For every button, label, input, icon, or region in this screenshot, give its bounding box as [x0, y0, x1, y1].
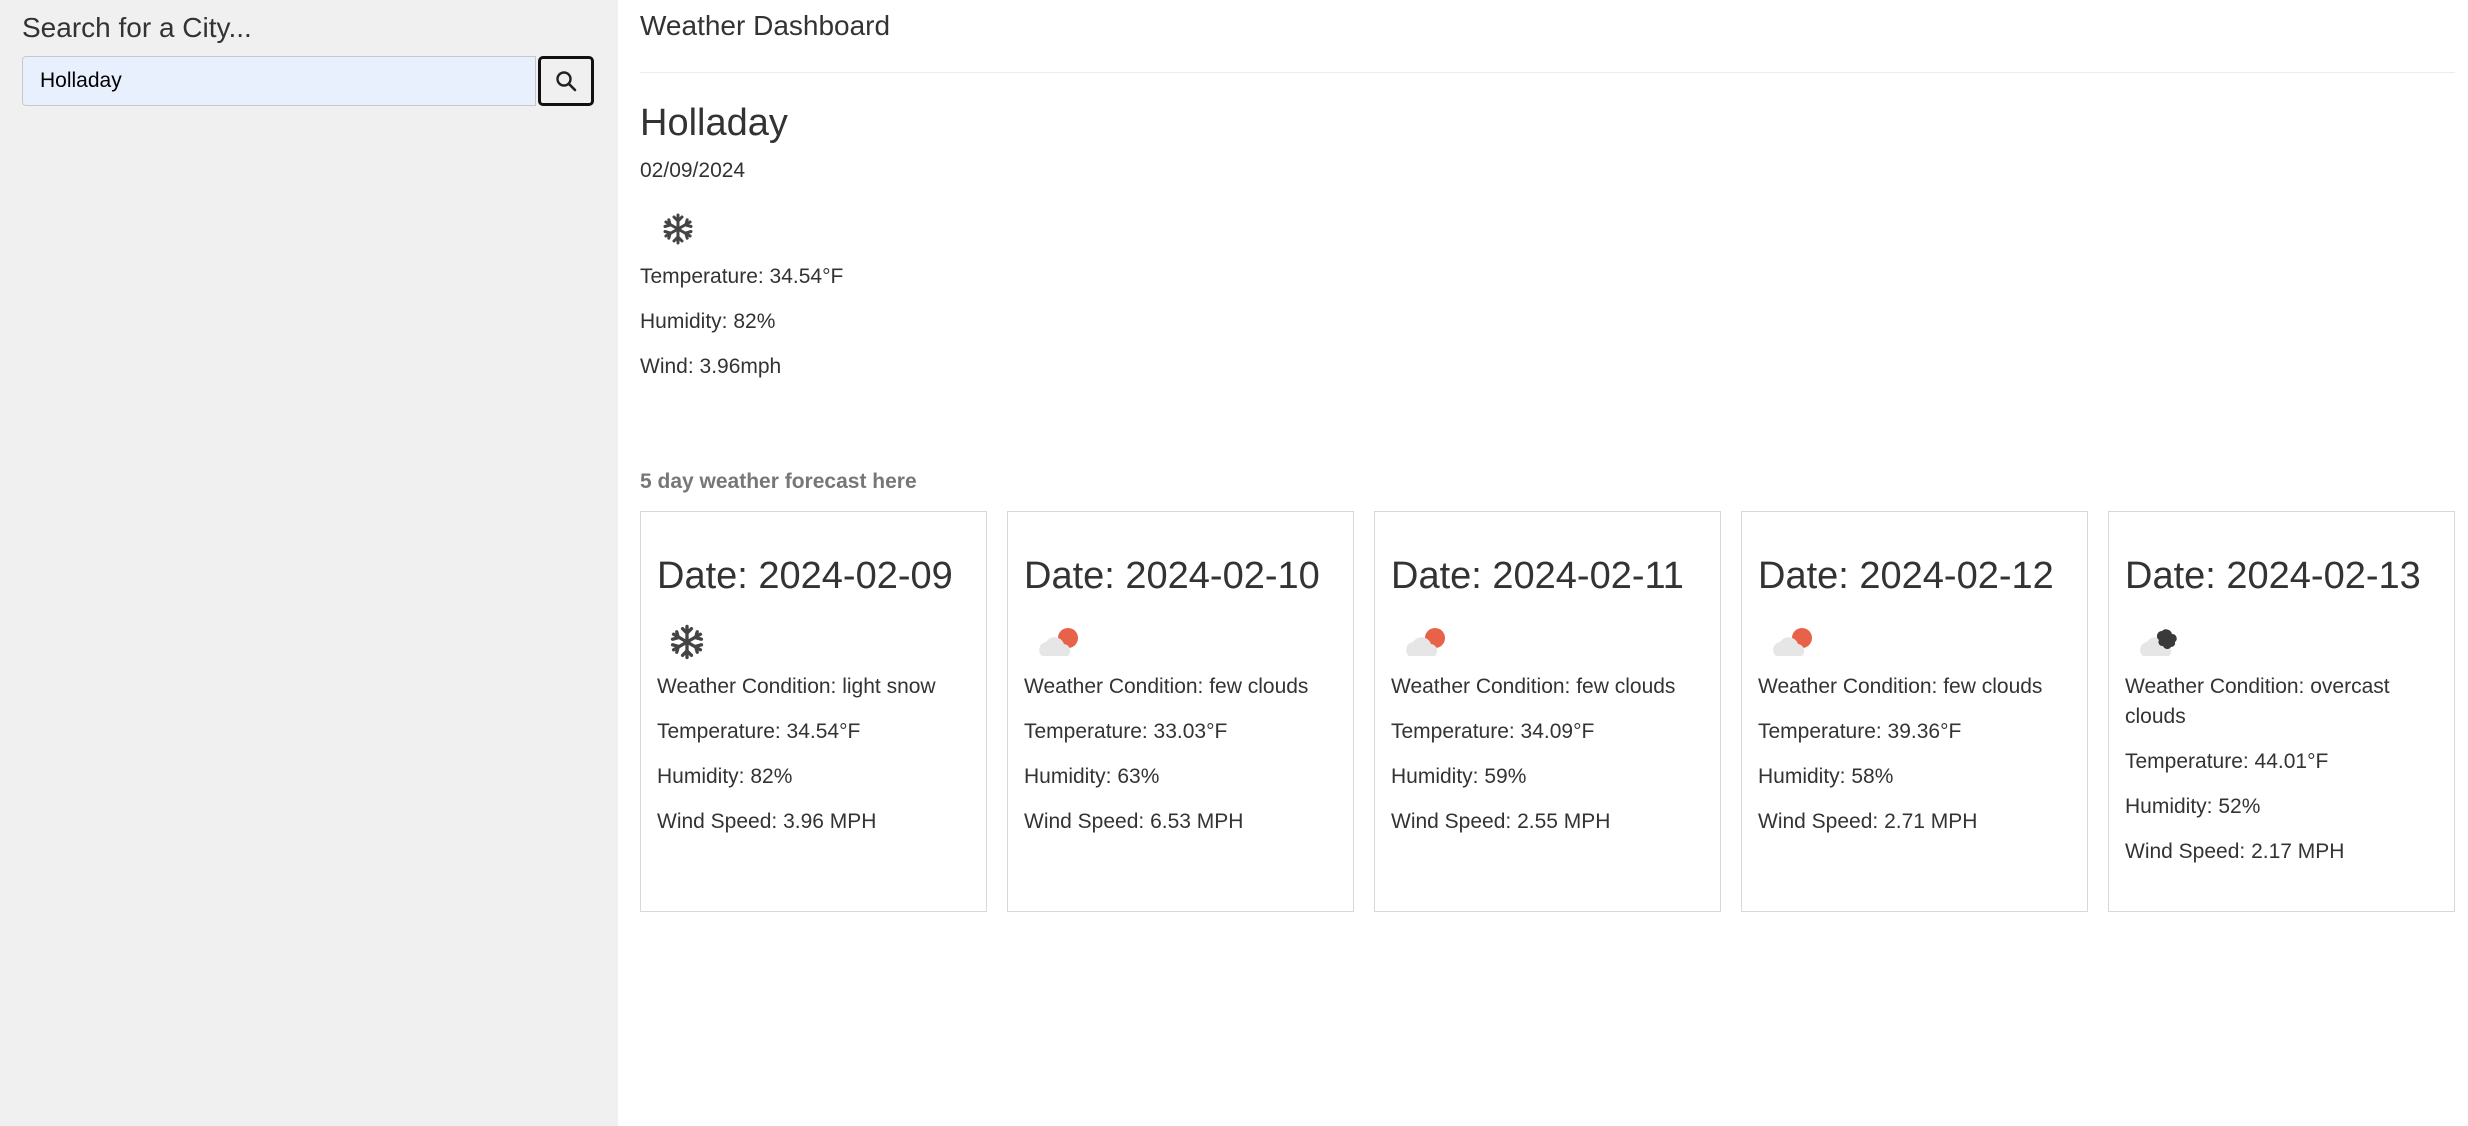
forecast-date: Date: 2024-02-13 — [2125, 555, 2421, 597]
forecast-date: Date: 2024-02-09 — [657, 555, 953, 597]
few-clouds-icon — [1034, 622, 1086, 662]
forecast-temperature: Temperature: 39.36°F — [1758, 720, 1962, 743]
current-date: 02/09/2024 — [640, 159, 746, 182]
search-title: Search for a City... — [22, 12, 252, 43]
forecast-humidity: Humidity: 82% — [657, 765, 793, 788]
forecast-wind: Wind Speed: 3.96 MPH — [657, 810, 877, 833]
search-button[interactable] — [538, 56, 594, 106]
main-content: Weather Dashboard Holladay 02/09/2024 Te… — [618, 0, 2468, 1126]
forecast-card: Date: 2024-02-11 Weather Condition: few … — [1374, 511, 1721, 912]
search-row — [22, 56, 594, 106]
current-wind: Wind: 3.96mph — [640, 355, 782, 378]
forecast-humidity: Humidity: 59% — [1391, 765, 1527, 788]
forecast-humidity: Humidity: 52% — [2125, 795, 2261, 818]
forecast-humidity: Humidity: 63% — [1024, 765, 1160, 788]
search-icon — [556, 71, 577, 92]
few-clouds-icon — [1768, 622, 1820, 662]
forecast-card: Date: 2024-02-12 Weather Condition: few … — [1741, 511, 2088, 912]
forecast-wind: Wind Speed: 2.17 MPH — [2125, 840, 2345, 863]
forecast-temperature: Temperature: 34.09°F — [1391, 720, 1595, 743]
forecast-heading: 5 day weather forecast here — [640, 470, 917, 493]
overcast-clouds-icon — [2135, 622, 2187, 662]
forecast-wind: Wind Speed: 2.55 MPH — [1391, 810, 1611, 833]
forecast-temperature: Temperature: 34.54°F — [657, 720, 861, 743]
page-title: Weather Dashboard — [640, 0, 2455, 73]
forecast-date: Date: 2024-02-12 — [1758, 555, 2054, 597]
forecast-condition: Weather Condition: overcast clouds — [2125, 675, 2390, 728]
forecast-card: Date: 2024-02-10 Weather Condition: few … — [1007, 511, 1354, 912]
forecast-humidity: Humidity: 58% — [1758, 765, 1894, 788]
current-weather: Holladay 02/09/2024 Temperature: 34.54°F… — [640, 101, 2455, 379]
snow-icon — [660, 211, 696, 247]
forecast-condition: Weather Condition: few clouds — [1024, 675, 1309, 698]
forecast-date: Date: 2024-02-11 — [1391, 555, 1684, 597]
forecast-condition: Weather Condition: few clouds — [1758, 675, 2043, 698]
few-clouds-icon — [1401, 622, 1453, 662]
forecast-temperature: Temperature: 44.01°F — [2125, 750, 2329, 773]
forecast-wind: Wind Speed: 2.71 MPH — [1758, 810, 1978, 833]
forecast-condition: Weather Condition: light snow — [657, 675, 936, 698]
forecast-card: Date: 2024-02-13 Weather Condition: over… — [2108, 511, 2455, 912]
sidebar: Search for a City... — [0, 0, 618, 1126]
city-search-input[interactable] — [22, 56, 537, 106]
current-temperature: Temperature: 34.54°F — [640, 265, 844, 288]
forecast-card: Date: 2024-02-09 Weather Condition: ligh… — [640, 511, 987, 912]
snow-icon — [667, 622, 719, 662]
current-humidity: Humidity: 82% — [640, 310, 776, 333]
app-layout: Search for a City... Weather Dashboard H… — [0, 0, 2468, 1126]
city-name: Holladay — [640, 102, 788, 144]
forecast-cards: Date: 2024-02-09 Weather Condition: ligh… — [640, 511, 2455, 912]
forecast-temperature: Temperature: 33.03°F — [1024, 720, 1228, 743]
forecast-date: Date: 2024-02-10 — [1024, 555, 1320, 597]
forecast-condition: Weather Condition: few clouds — [1391, 675, 1676, 698]
forecast-wind: Wind Speed: 6.53 MPH — [1024, 810, 1244, 833]
